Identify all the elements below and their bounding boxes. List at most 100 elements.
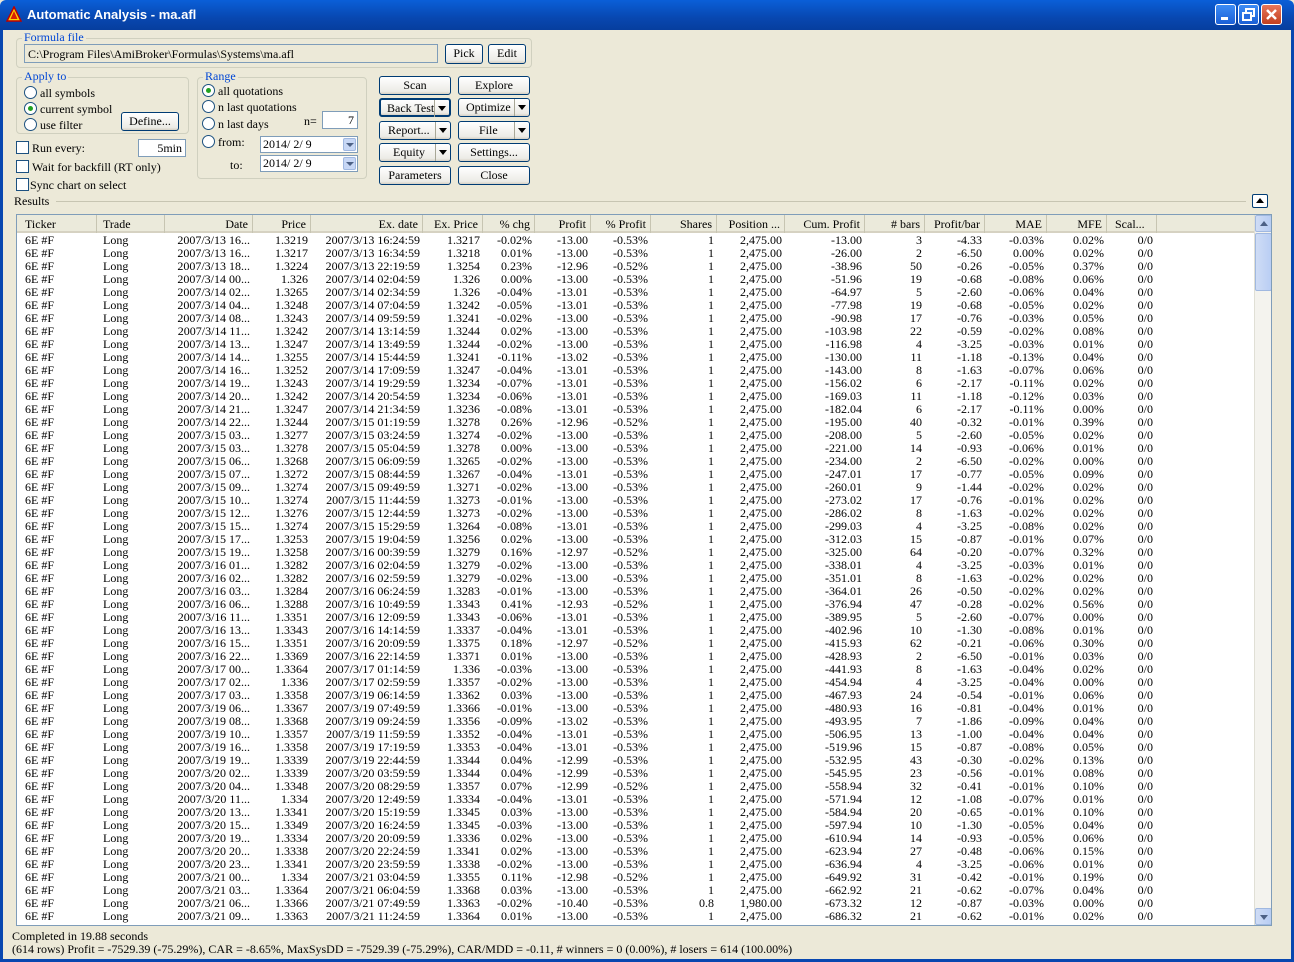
table-row[interactable]: 6E #F Long 2007/3/21 00... 1.334 2007/3/21 0… [17,871,1255,884]
table-row[interactable]: 6E #F Long 2007/3/16 03... 1.3284 2007/3/16 … [17,585,1255,598]
edit-button[interactable]: Edit [488,44,526,64]
table-row[interactable]: 6E #F Long 2007/3/20 04... 1.3348 2007/3/20 … [17,780,1255,793]
radio-all-quotations[interactable] [202,84,215,97]
table-row[interactable]: 6E #F Long 2007/3/14 02... 1.3265 2007/3/14 … [17,286,1255,299]
table-row[interactable]: 6E #F Long 2007/3/16 02... 1.3282 2007/3/16 … [17,572,1255,585]
table-row[interactable]: 6E #F Long 2007/3/16 01... 1.3282 2007/3/16 … [17,559,1255,572]
radio-n-last-quotations[interactable] [202,100,215,113]
column-header[interactable]: Position ... [717,215,785,233]
table-row[interactable]: 6E #F Long 2007/3/14 13... 1.3247 2007/3/14 … [17,338,1255,351]
radio-from-date[interactable] [202,135,215,148]
table-row[interactable]: 6E #F Long 2007/3/13 16... 1.3219 2007/3/13 … [17,234,1255,247]
column-header[interactable]: Date [165,215,253,233]
close-window-button[interactable] [1261,4,1282,25]
to-date-picker[interactable]: 2014/ 2/ 9 [260,155,358,172]
table-row[interactable]: 6E #F Long 2007/3/16 15... 1.3351 2007/3/16 … [17,637,1255,650]
table-row[interactable]: 6E #F Long 2007/3/19 19... 1.3339 2007/3/19 … [17,754,1255,767]
chevron-down-icon[interactable] [435,144,450,161]
results-list[interactable]: Ticker Trade Date Price Ex. date Ex. Price% c… [16,214,1272,926]
column-header[interactable]: % Profit [591,215,651,233]
table-row[interactable]: 6E #F Long 2007/3/20 15... 1.3349 2007/3/20 … [17,819,1255,832]
n-value-field[interactable]: 7 [322,111,358,129]
table-row[interactable]: 6E #F Long 2007/3/20 20... 1.3338 2007/3/20 … [17,845,1255,858]
scroll-up-icon[interactable] [1255,215,1271,232]
table-row[interactable]: 6E #F Long 2007/3/15 09... 1.3274 2007/3/15 … [17,481,1255,494]
table-row[interactable]: 6E #F Long 2007/3/14 08... 1.3243 2007/3/14 … [17,312,1255,325]
chevron-down-icon[interactable] [434,100,449,117]
collapse-results-button[interactable] [1252,194,1268,208]
optimize-button[interactable]: Optimize [458,98,530,117]
column-header[interactable]: Ex. date [311,215,423,233]
table-row[interactable]: 6E #F Long 2007/3/17 00... 1.3364 2007/3/17 … [17,663,1255,676]
column-header[interactable]: Trade [97,215,165,233]
table-row[interactable]: 6E #F Long 2007/3/15 12... 1.3276 2007/3/15 … [17,507,1255,520]
parameters-button[interactable]: Parameters [379,166,451,185]
table-row[interactable]: 6E #F Long 2007/3/19 16... 1.3358 2007/3/19 … [17,741,1255,754]
table-row[interactable]: 6E #F Long 2007/3/21 03... 1.3364 2007/3/21 … [17,884,1255,897]
report-button[interactable]: Report... [379,121,451,140]
table-row[interactable]: 6E #F Long 2007/3/15 06... 1.3268 2007/3/15 … [17,455,1255,468]
vertical-scrollbar[interactable] [1254,215,1271,925]
radio-all-symbols[interactable] [24,86,37,99]
table-row[interactable]: 6E #F Long 2007/3/14 22... 1.3244 2007/3/15 … [17,416,1255,429]
radio-current-symbol[interactable] [24,102,37,115]
column-header[interactable]: Cum. Profit [785,215,865,233]
table-row[interactable]: 6E #F Long 2007/3/19 10... 1.3357 2007/3/19 … [17,728,1255,741]
column-header[interactable]: % chg [483,215,535,233]
column-header[interactable]: Profit [535,215,591,233]
column-header[interactable]: Price [253,215,311,233]
column-header[interactable]: Profit/bar [925,215,985,233]
table-row[interactable]: 6E #F Long 2007/3/14 00... 1.326 2007/3/14 0… [17,273,1255,286]
table-row[interactable]: 6E #F Long 2007/3/14 16... 1.3252 2007/3/14 … [17,364,1255,377]
table-row[interactable]: 6E #F Long 2007/3/15 10... 1.3274 2007/3/15 … [17,494,1255,507]
run-every-interval-field[interactable]: 5min [138,139,186,157]
table-row[interactable]: 6E #F Long 2007/3/20 02... 1.3339 2007/3/20 … [17,767,1255,780]
table-row[interactable]: 6E #F Long 2007/3/14 20... 1.3242 2007/3/14 … [17,390,1255,403]
maximize-button[interactable] [1238,4,1259,25]
table-row[interactable]: 6E #F Long 2007/3/13 18... 1.3224 2007/3/13 … [17,260,1255,273]
column-header[interactable]: Ex. Price [423,215,483,233]
scroll-down-icon[interactable] [1255,908,1271,925]
from-date-picker[interactable]: 2014/ 2/ 9 [260,136,358,153]
table-row[interactable]: 6E #F Long 2007/3/14 11... 1.3242 2007/3/14 … [17,325,1255,338]
table-row[interactable]: 6E #F Long 2007/3/20 11... 1.334 2007/3/20 1… [17,793,1255,806]
close-button[interactable]: Close [458,166,530,185]
settings-button[interactable]: Settings... [458,143,530,162]
table-row[interactable]: 6E #F Long 2007/3/17 03... 1.3358 2007/3/19 … [17,689,1255,702]
column-header[interactable]: Scal... [1107,215,1157,233]
pick-button[interactable]: Pick [445,44,483,64]
wait-backfill-checkbox[interactable] [16,160,29,173]
chevron-down-icon[interactable] [435,122,450,139]
column-header[interactable]: MAE [985,215,1047,233]
table-row[interactable]: 6E #F Long 2007/3/14 21... 1.3247 2007/3/14 … [17,403,1255,416]
file-button[interactable]: File [458,121,530,140]
run-every-checkbox[interactable] [16,141,29,154]
table-row[interactable]: 6E #F Long 2007/3/17 02... 1.336 2007/3/17 0… [17,676,1255,689]
table-row[interactable]: 6E #F Long 2007/3/14 04... 1.3248 2007/3/14 … [17,299,1255,312]
table-row[interactable]: 6E #F Long 2007/3/20 13... 1.3341 2007/3/20 … [17,806,1255,819]
explore-button[interactable]: Explore [458,76,530,95]
sync-chart-checkbox[interactable] [16,178,29,191]
column-header[interactable]: MFE [1047,215,1107,233]
table-row[interactable]: 6E #F Long 2007/3/20 19... 1.3334 2007/3/20 … [17,832,1255,845]
table-row[interactable]: 6E #F Long 2007/3/16 22... 1.3369 2007/3/16 … [17,650,1255,663]
table-row[interactable]: 6E #F Long 2007/3/16 06... 1.3288 2007/3/16 … [17,598,1255,611]
table-row[interactable]: 6E #F Long 2007/3/15 07... 1.3272 2007/3/15 … [17,468,1255,481]
chevron-down-icon[interactable] [514,122,529,139]
scan-button[interactable]: Scan [379,76,451,95]
column-header[interactable]: Ticker [17,215,97,233]
table-row[interactable]: 6E #F Long 2007/3/19 06... 1.3367 2007/3/19 … [17,702,1255,715]
table-row[interactable]: 6E #F Long 2007/3/16 13... 1.3343 2007/3/16 … [17,624,1255,637]
define-button[interactable]: Define... [121,112,179,131]
column-header[interactable]: Shares [651,215,717,233]
backtest-button[interactable]: Back Test [379,98,451,117]
minimize-button[interactable] [1215,4,1236,25]
table-row[interactable]: 6E #F Long 2007/3/20 23... 1.3341 2007/3/20 … [17,858,1255,871]
table-row[interactable]: 6E #F Long 2007/3/16 11... 1.3351 2007/3/16 … [17,611,1255,624]
radio-use-filter[interactable] [24,118,37,131]
formula-path-field[interactable]: C:\Program Files\AmiBroker\Formulas\Syst… [24,44,438,63]
radio-n-last-days[interactable] [202,117,215,130]
table-row[interactable]: 6E #F Long 2007/3/15 17... 1.3253 2007/3/15 … [17,533,1255,546]
scroll-thumb[interactable] [1255,233,1271,291]
equity-button[interactable]: Equity [379,143,451,162]
